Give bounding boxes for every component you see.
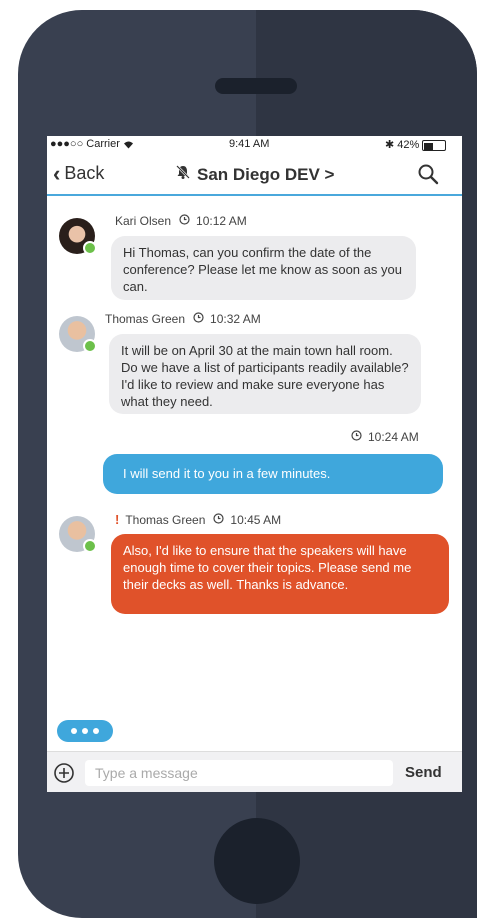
add-attachment-icon[interactable]: [53, 762, 75, 789]
clock-icon: [351, 430, 362, 444]
avatar[interactable]: [59, 316, 97, 353]
message-bubble[interactable]: It will be on April 30 at the main town …: [109, 334, 421, 414]
home-button[interactable]: [214, 818, 300, 904]
message-time: 10:45 AM: [230, 512, 282, 527]
muted-bell-icon: [175, 164, 191, 185]
sender-name: Thomas Green: [125, 512, 206, 527]
battery-icon: [422, 140, 447, 151]
message-input[interactable]: [85, 760, 393, 786]
avatar[interactable]: [59, 218, 97, 255]
clock-icon: [193, 312, 204, 326]
online-status-dot: [83, 339, 97, 353]
sender-name: Thomas Green: [105, 312, 186, 326]
phone-screen: ●●●○○ Carrier 9:41 AM ✱ 42% ‹ Back San D…: [47, 136, 462, 792]
message-composer: Send: [47, 751, 462, 792]
message-header: Thomas Green 10:32 AM: [105, 312, 261, 326]
battery-indicator: ✱ 42%: [385, 138, 447, 151]
message-time: 10:12 AM: [196, 214, 247, 228]
clock-icon: [179, 214, 190, 228]
phone-speaker: [215, 78, 297, 94]
typing-indicator: [57, 720, 113, 742]
outgoing-message-bubble[interactable]: I will send it to you in a few minutes.: [103, 454, 443, 494]
online-status-dot: [83, 241, 97, 255]
clock-icon: [213, 512, 224, 527]
wifi-icon: [123, 138, 134, 150]
message-header: Kari Olsen 10:12 AM: [115, 214, 247, 228]
bluetooth-icon: ✱: [385, 139, 395, 151]
urgent-message-bubble[interactable]: Also, I'd like to ensure that the speake…: [111, 534, 449, 614]
message-bubble[interactable]: Hi Thomas, can you confirm the date of t…: [111, 236, 416, 300]
channel-title[interactable]: San Diego DEV >: [175, 164, 334, 185]
back-button[interactable]: ‹ Back: [53, 160, 104, 186]
chevron-left-icon: ‹: [53, 160, 61, 186]
sender-name: Kari Olsen: [115, 214, 172, 228]
status-time: 9:41 AM: [229, 138, 270, 150]
message-time: 10:24 AM: [368, 430, 419, 444]
carrier-label: ●●●○○ Carrier: [50, 138, 134, 150]
urgent-icon: !: [115, 512, 120, 527]
status-bar: ●●●○○ Carrier 9:41 AM ✱ 42%: [47, 136, 462, 154]
message-header: ! Thomas Green 10:45 AM: [115, 512, 281, 527]
send-button[interactable]: Send: [405, 764, 442, 781]
search-icon[interactable]: [417, 163, 439, 190]
online-status-dot: [83, 539, 97, 553]
nav-bar: ‹ Back San Diego DEV >: [47, 154, 462, 196]
message-time: 10:32 AM: [210, 312, 261, 326]
avatar[interactable]: [59, 516, 97, 553]
message-header: 10:24 AM: [351, 430, 419, 444]
